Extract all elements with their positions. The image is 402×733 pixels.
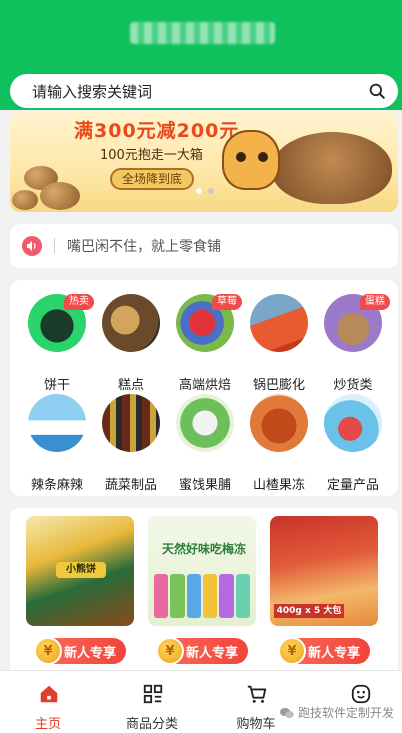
notice-text: 嘴巴闲不住，就上零食铺 (67, 239, 221, 255)
category-badge: 蛋糕 (360, 294, 390, 310)
category-preserved-fruit[interactable]: 蜜饯果脯 (166, 394, 242, 493)
preserved-fruit-image (176, 394, 234, 452)
category-label: 糕点 (117, 378, 144, 393)
category-fixed-quantity[interactable]: 定量产品 (314, 394, 390, 493)
pastry-image (102, 294, 160, 352)
notice-bar[interactable]: 嘴巴闲不住，就上零食铺 (10, 224, 398, 268)
category-label: 定量产品 (326, 478, 379, 493)
bottom-tab-bar: 主页 商品分类 购物车 (0, 670, 402, 733)
puffed-snack-image (250, 294, 308, 352)
tab-categories[interactable]: 商品分类 (112, 679, 192, 732)
home-icon (40, 685, 58, 703)
carousel-dot[interactable] (208, 188, 214, 194)
divider (54, 238, 55, 254)
nut-image (12, 190, 38, 210)
quantity-product-image (324, 394, 382, 452)
category-puffed[interactable]: 锅巴膨化 (240, 294, 316, 393)
promo-section: 小熊饼 天然好味吃梅冻 400g x 5 大包 ¥ 新人专享 ¥ 新人专享 ¥ … (10, 508, 398, 670)
newbie-button-label: 新人专享 (186, 645, 239, 661)
blurred-title (130, 22, 275, 44)
promo-product-name: 小熊饼 (56, 562, 106, 578)
snack-bowl-image (272, 132, 392, 204)
squirrel-mascot (222, 130, 280, 190)
grid-icon (143, 684, 163, 704)
newbie-exclusive-button[interactable]: ¥ 新人专享 (278, 637, 370, 665)
watermark: 跑技软件定制开发 (280, 704, 394, 721)
category-vegetable[interactable]: 蔬菜制品 (92, 394, 168, 493)
newbie-button-label: 新人专享 (64, 645, 117, 661)
watermark-text: 跑技软件定制开发 (298, 706, 395, 720)
category-label: 饼干 (43, 378, 70, 393)
cart-icon (247, 685, 267, 703)
speaker-icon (22, 236, 42, 256)
promo-banner[interactable]: 满300元减200元 100元抱走一大箱 全场降到底 (10, 112, 398, 212)
face-icon (351, 684, 371, 704)
category-grid: 热卖 饼干 糕点 草莓 高端烘焙 锅巴膨化 蛋糕 炒货类 辣条麻辣 蔬菜制品 蜜… (10, 280, 398, 496)
tab-home[interactable]: 主页 (8, 679, 88, 732)
newbie-exclusive-button[interactable]: ¥ 新人专享 (156, 637, 248, 665)
category-label: 蜜饯果脯 (178, 478, 231, 493)
app-header: 请输入搜索关键词 (0, 0, 402, 110)
promo-product-koala-biscuit[interactable]: 小熊饼 (26, 516, 134, 626)
category-spicy[interactable]: 辣条麻辣 (18, 394, 94, 493)
category-hawthorn-jelly[interactable]: 山楂果冻 (240, 394, 316, 493)
nut-image (40, 182, 80, 210)
search-icon[interactable] (368, 82, 386, 100)
newbie-exclusive-button[interactable]: ¥ 新人专享 (34, 637, 126, 665)
banner-promo-text: 满300元减200元 (74, 120, 240, 142)
category-label: 蔬菜制品 (104, 478, 157, 493)
hawthorn-image (250, 394, 308, 452)
category-biscuits[interactable]: 热卖 饼干 (18, 294, 94, 393)
category-roasted[interactable]: 蛋糕 炒货类 (314, 294, 390, 393)
promo-product-name: 400g x 5 大包 (274, 604, 344, 618)
category-label: 辣条麻辣 (30, 478, 83, 493)
wechat-icon (280, 707, 294, 718)
coin-icon: ¥ (156, 637, 184, 665)
coin-icon: ¥ (278, 637, 306, 665)
jelly-pack-image (154, 574, 250, 618)
promo-product-name: 天然好味吃梅冻 (161, 542, 246, 556)
banner-tag: 全场降到底 (110, 168, 195, 190)
spicy-strip-image (28, 394, 86, 452)
category-label: 锅巴膨化 (252, 378, 305, 393)
tab-label: 主页 (34, 717, 61, 732)
category-badge: 草莓 (212, 294, 242, 310)
newbie-button-label: 新人专享 (308, 645, 361, 661)
category-label: 高端烘焙 (178, 378, 231, 393)
category-label: 山楂果冻 (252, 478, 305, 493)
promo-product-bulk-pack[interactable]: 400g x 5 大包 (270, 516, 378, 626)
promo-product-plum-jelly[interactable]: 天然好味吃梅冻 (148, 516, 256, 626)
carousel-dot[interactable] (196, 188, 202, 194)
search-input[interactable]: 请输入搜索关键词 (32, 81, 368, 102)
banner-subtitle: 100元抱走一大箱 (100, 148, 203, 163)
category-label: 炒货类 (333, 378, 373, 393)
category-pastry[interactable]: 糕点 (92, 294, 168, 393)
category-badge: 热卖 (64, 294, 94, 310)
vegetable-product-image (102, 394, 160, 452)
tab-label: 商品分类 (125, 717, 178, 732)
coin-icon: ¥ (34, 637, 62, 665)
search-bar[interactable]: 请输入搜索关键词 (10, 74, 398, 108)
category-baking[interactable]: 草莓 高端烘焙 (166, 294, 242, 393)
